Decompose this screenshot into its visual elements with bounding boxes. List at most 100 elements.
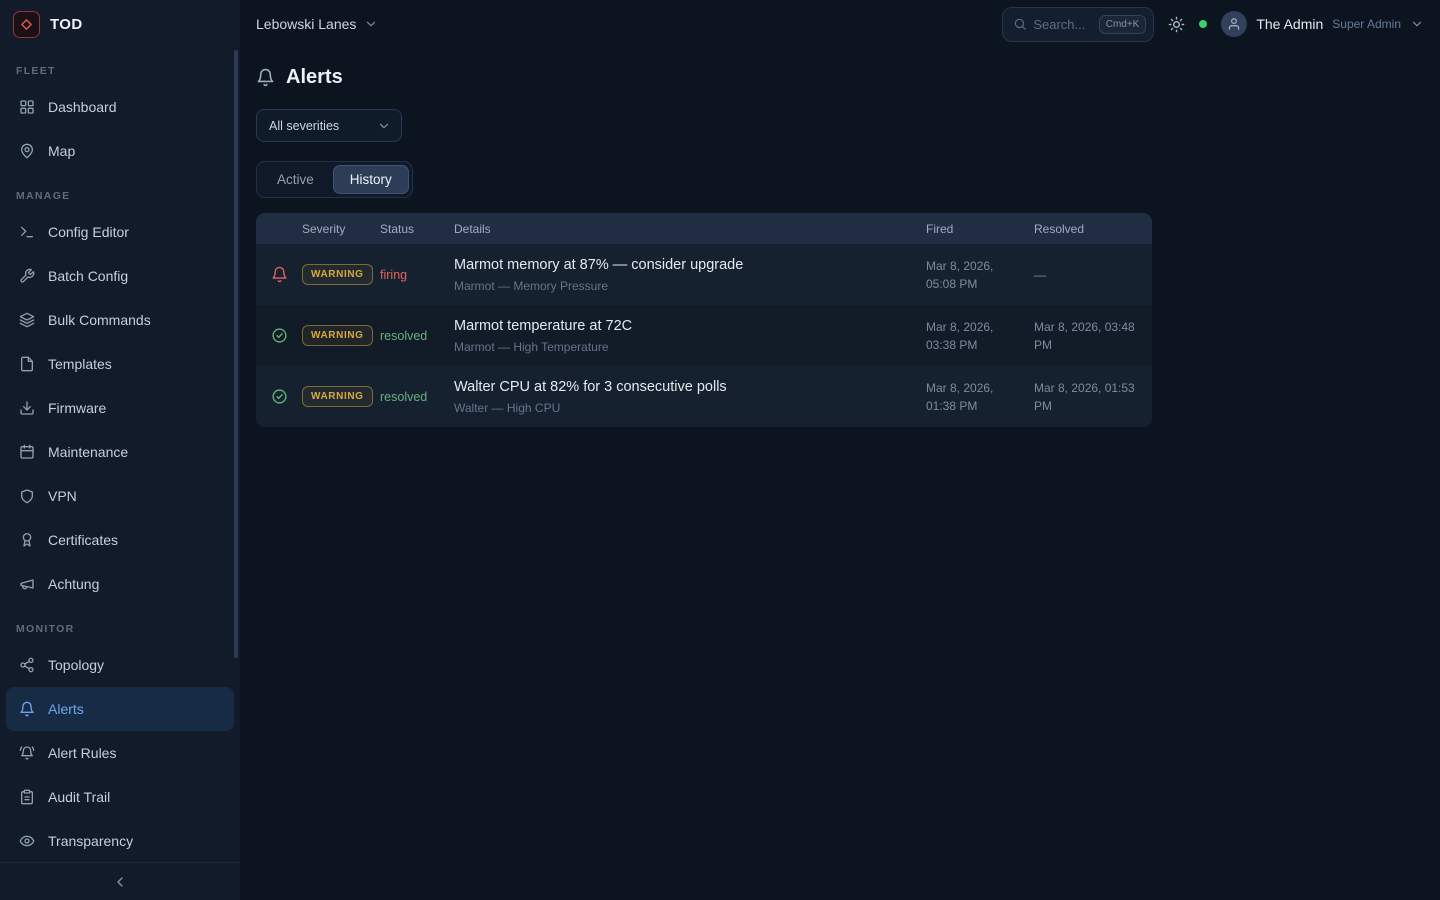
sidebar: TOD FLEET Dashboard Map MANAGE Config Ed… [0, 0, 240, 900]
clipboard-icon [19, 789, 35, 805]
bell-ring-icon [19, 745, 35, 761]
status-cell: firing [380, 268, 454, 282]
resolved-cell: Mar 8, 2026, 01:53 PM [1034, 379, 1152, 415]
sidebar-item-label: Certificates [48, 532, 118, 548]
sidebar-item-label: Audit Trail [48, 789, 110, 805]
org-selector[interactable]: Lebowski Lanes [256, 16, 378, 32]
topbar-right: Cmd+K The Admin Super Admin [1002, 7, 1424, 42]
chevron-left-icon [112, 874, 128, 890]
severity-filter-select[interactable]: All severities [256, 109, 402, 142]
column-header-severity: Severity [302, 222, 380, 236]
sidebar-item-config-editor[interactable]: Config Editor [6, 210, 234, 254]
sidebar-item-batch-config[interactable]: Batch Config [6, 254, 234, 298]
sidebar-item-label: Dashboard [48, 99, 117, 115]
file-icon [19, 356, 35, 372]
sidebar-item-certificates[interactable]: Certificates [6, 518, 234, 562]
fired-cell: Mar 8, 2026, 01:38 PM [926, 379, 1034, 415]
table-header-row: Severity Status Details Fired Resolved [256, 213, 1152, 244]
sidebar-item-label: Alert Rules [48, 745, 116, 761]
sidebar-item-label: Templates [48, 356, 112, 372]
section-label-monitor: MONITOR [6, 606, 234, 643]
sidebar-item-label: Bulk Commands [48, 312, 151, 328]
sidebar-item-label: Topology [48, 657, 104, 673]
sidebar-item-templates[interactable]: Templates [6, 342, 234, 386]
topbar: Lebowski Lanes Cmd+K The Admin Super Adm… [240, 0, 1440, 48]
fired-cell: Mar 8, 2026, 05:08 PM [926, 257, 1034, 293]
download-icon [19, 400, 35, 416]
alert-title: Marmot temperature at 72C [454, 318, 926, 334]
bell-icon [19, 701, 35, 717]
theme-toggle-button[interactable] [1168, 16, 1185, 33]
sidebar-item-bulk-commands[interactable]: Bulk Commands [6, 298, 234, 342]
column-header-status: Status [380, 222, 454, 236]
sidebar-collapse-button[interactable] [0, 862, 240, 900]
sidebar-item-label: Transparency [48, 833, 133, 849]
table-row[interactable]: WARNING resolved Walter CPU at 82% for 3… [256, 366, 1152, 427]
user-role-badge: Super Admin [1332, 17, 1401, 31]
alert-subtitle: Marmot — High Temperature [454, 340, 926, 354]
table-row[interactable]: WARNING resolved Marmot temperature at 7… [256, 305, 1152, 366]
sun-icon [1168, 16, 1185, 33]
alert-subtitle: Walter — High CPU [454, 401, 926, 415]
search-shortcut-badge: Cmd+K [1099, 15, 1147, 34]
sidebar-item-label: Firmware [48, 400, 106, 416]
chevron-down-icon [364, 17, 378, 31]
column-header-resolved: Resolved [1034, 222, 1152, 236]
user-name: The Admin [1256, 16, 1323, 32]
eye-icon [19, 833, 35, 849]
sidebar-item-label: Alerts [48, 701, 84, 717]
sidebar-item-vpn[interactable]: VPN [6, 474, 234, 518]
brand-name: TOD [50, 16, 83, 33]
user-menu[interactable]: The Admin Super Admin [1221, 11, 1424, 37]
alerts-tabs: Active History [256, 161, 413, 198]
layers-icon [19, 312, 35, 328]
megaphone-icon [19, 576, 35, 592]
severity-cell: WARNING [302, 325, 380, 346]
sidebar-item-achtung[interactable]: Achtung [6, 562, 234, 606]
sidebar-scrollbar[interactable] [234, 50, 238, 658]
severity-badge: WARNING [302, 325, 373, 346]
page-content: Alerts All severities Active History Sev… [240, 48, 1440, 443]
section-label-manage: MANAGE [6, 173, 234, 210]
app-root: TOD FLEET Dashboard Map MANAGE Config Ed… [0, 0, 1440, 900]
network-icon [19, 657, 35, 673]
sidebar-item-alert-rules[interactable]: Alert Rules [6, 731, 234, 775]
calendar-icon [19, 444, 35, 460]
sidebar-item-topology[interactable]: Topology [6, 643, 234, 687]
status-cell: resolved [380, 329, 454, 343]
sidebar-item-audit-trail[interactable]: Audit Trail [6, 775, 234, 819]
sidebar-item-label: Achtung [48, 576, 99, 592]
severity-filter-value: All severities [269, 119, 339, 133]
details-cell: Marmot memory at 87% — consider upgrade … [454, 257, 926, 293]
sidebar-item-alerts[interactable]: Alerts [6, 687, 234, 731]
resolved-cell: — [1034, 266, 1152, 284]
check-circle-icon [256, 388, 302, 405]
sidebar-item-label: VPN [48, 488, 77, 504]
chevron-down-icon [377, 119, 391, 133]
diamond-logo-icon [13, 11, 40, 38]
sidebar-item-transparency[interactable]: Transparency [6, 819, 234, 863]
search-input[interactable] [1033, 17, 1092, 32]
check-circle-icon [256, 327, 302, 344]
sidebar-item-firmware[interactable]: Firmware [6, 386, 234, 430]
bell-alert-icon [256, 266, 302, 283]
column-header-details: Details [454, 222, 926, 236]
sidebar-item-dashboard[interactable]: Dashboard [6, 85, 234, 129]
main-area: Lebowski Lanes Cmd+K The Admin Super Adm… [240, 0, 1440, 900]
tab-active[interactable]: Active [260, 165, 331, 194]
brand[interactable]: TOD [0, 0, 240, 48]
tab-history[interactable]: History [333, 165, 409, 194]
sidebar-item-maintenance[interactable]: Maintenance [6, 430, 234, 474]
sidebar-nav: FLEET Dashboard Map MANAGE Config Editor… [0, 48, 240, 863]
severity-badge: WARNING [302, 264, 373, 285]
table-row[interactable]: WARNING firing Marmot memory at 87% — co… [256, 244, 1152, 305]
details-cell: Walter CPU at 82% for 3 consecutive poll… [454, 379, 926, 415]
wrench-icon [19, 268, 35, 284]
alert-title: Walter CPU at 82% for 3 consecutive poll… [454, 379, 926, 395]
sidebar-item-map[interactable]: Map [6, 129, 234, 173]
award-icon [19, 532, 35, 548]
severity-cell: WARNING [302, 386, 380, 407]
grid-icon [19, 99, 35, 115]
search-bar[interactable]: Cmd+K [1002, 7, 1154, 42]
alert-title: Marmot memory at 87% — consider upgrade [454, 257, 926, 273]
